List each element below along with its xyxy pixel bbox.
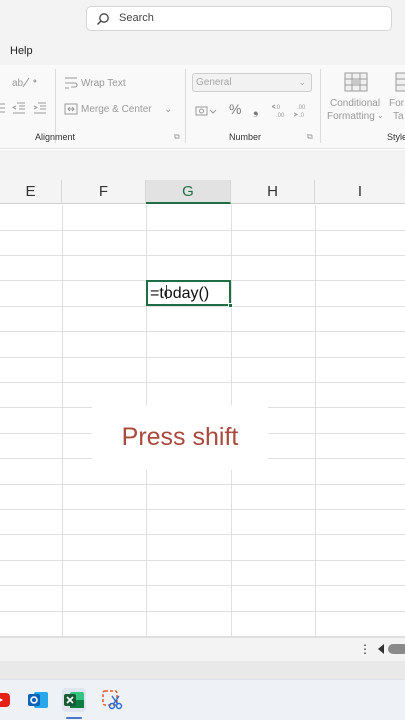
format-as-table-icon[interactable]: [395, 72, 405, 92]
conditional-formatting-icon[interactable]: [344, 72, 368, 92]
number-format-value: General: [196, 77, 232, 88]
svg-text:.00: .00: [276, 113, 285, 118]
number-format-select[interactable]: General ⌄: [192, 73, 312, 92]
column-header-h[interactable]: H: [231, 180, 315, 204]
svg-text:.00: .00: [297, 105, 306, 111]
decrease-decimal-icon[interactable]: .00.0: [294, 102, 310, 118]
menu-help[interactable]: Help: [10, 45, 33, 57]
styles-group-label: Style: [387, 132, 405, 142]
orientation-icon[interactable]: ab: [12, 75, 38, 89]
svg-text:.0: .0: [299, 113, 305, 118]
conditional-formatting-line2[interactable]: Formatting: [327, 111, 375, 122]
outlook-icon[interactable]: [26, 688, 50, 712]
format-as-table-line2[interactable]: Ta: [393, 111, 404, 122]
snipping-tool-icon[interactable]: [100, 688, 124, 712]
number-group-label: Number: [229, 132, 262, 142]
column-header-e[interactable]: E: [0, 180, 62, 204]
merge-center-icon[interactable]: [64, 102, 78, 116]
excel-icon[interactable]: [62, 688, 86, 712]
svg-text:.0: .0: [275, 105, 281, 111]
align-left-icon[interactable]: [0, 101, 6, 115]
search-label: Search: [119, 12, 154, 24]
merge-center-button[interactable]: Merge & Center: [81, 104, 152, 115]
alignment-dialog-launcher-icon[interactable]: ⧉: [174, 132, 180, 142]
number-dialog-launcher-icon[interactable]: ⧉: [307, 132, 313, 142]
fill-handle[interactable]: [228, 303, 233, 308]
active-cell[interactable]: =today(): [146, 280, 233, 308]
video-caption: Press shift: [92, 405, 268, 470]
wrap-text-icon[interactable]: [64, 76, 78, 90]
ribbon: ab Wrap Text Merge & Center ⌄ Alignment …: [0, 65, 405, 149]
horizontal-scrollbar[interactable]: [388, 644, 405, 654]
wrap-text-button[interactable]: Wrap Text: [81, 78, 126, 89]
search-box[interactable]: Search: [86, 6, 392, 31]
alignment-group-label: Alignment: [35, 132, 76, 142]
column-header-g[interactable]: G: [146, 180, 231, 204]
search-icon: [97, 13, 109, 25]
title-bar: Search: [0, 0, 405, 38]
increase-indent-icon[interactable]: [33, 101, 47, 115]
conditional-formatting-chevron-icon[interactable]: ⌄: [377, 111, 384, 120]
text-cursor: [166, 285, 167, 299]
excel-window: Search Help ab Wrap Text Merge & Center …: [0, 0, 405, 720]
format-as-table-line1[interactable]: For: [389, 98, 404, 109]
increase-decimal-icon[interactable]: .0.00: [272, 102, 288, 118]
merge-dropdown-chevron-icon[interactable]: ⌄: [164, 104, 172, 115]
column-header-row: E F G H I: [0, 180, 405, 204]
menu-bar: Help: [0, 38, 405, 65]
sheet-bar: ⋮: [0, 637, 405, 661]
accounting-format-icon[interactable]: [195, 104, 217, 118]
caption-text: Press shift: [121, 423, 239, 451]
decrease-indent-icon[interactable]: [12, 101, 26, 115]
conditional-formatting-line1[interactable]: Conditional: [330, 98, 380, 109]
active-app-indicator: [66, 717, 82, 719]
active-cell-content: =today(): [150, 285, 210, 302]
column-header-f[interactable]: F: [62, 180, 146, 204]
more-options-icon[interactable]: ⋮: [359, 642, 371, 656]
chevron-down-icon: ⌄: [298, 77, 306, 87]
column-header-i[interactable]: I: [315, 180, 405, 204]
taskbar: [0, 679, 405, 720]
percent-style-button[interactable]: %: [229, 101, 241, 117]
comma-style-button[interactable]: ❟: [253, 101, 259, 118]
youtube-icon[interactable]: [0, 688, 12, 712]
formula-area-spacer: [0, 150, 405, 180]
svg-text:ab: ab: [12, 78, 24, 89]
scroll-left-icon[interactable]: [378, 644, 384, 654]
status-bar: [0, 661, 405, 679]
cell-grid[interactable]: =today() Press shift: [0, 205, 405, 637]
